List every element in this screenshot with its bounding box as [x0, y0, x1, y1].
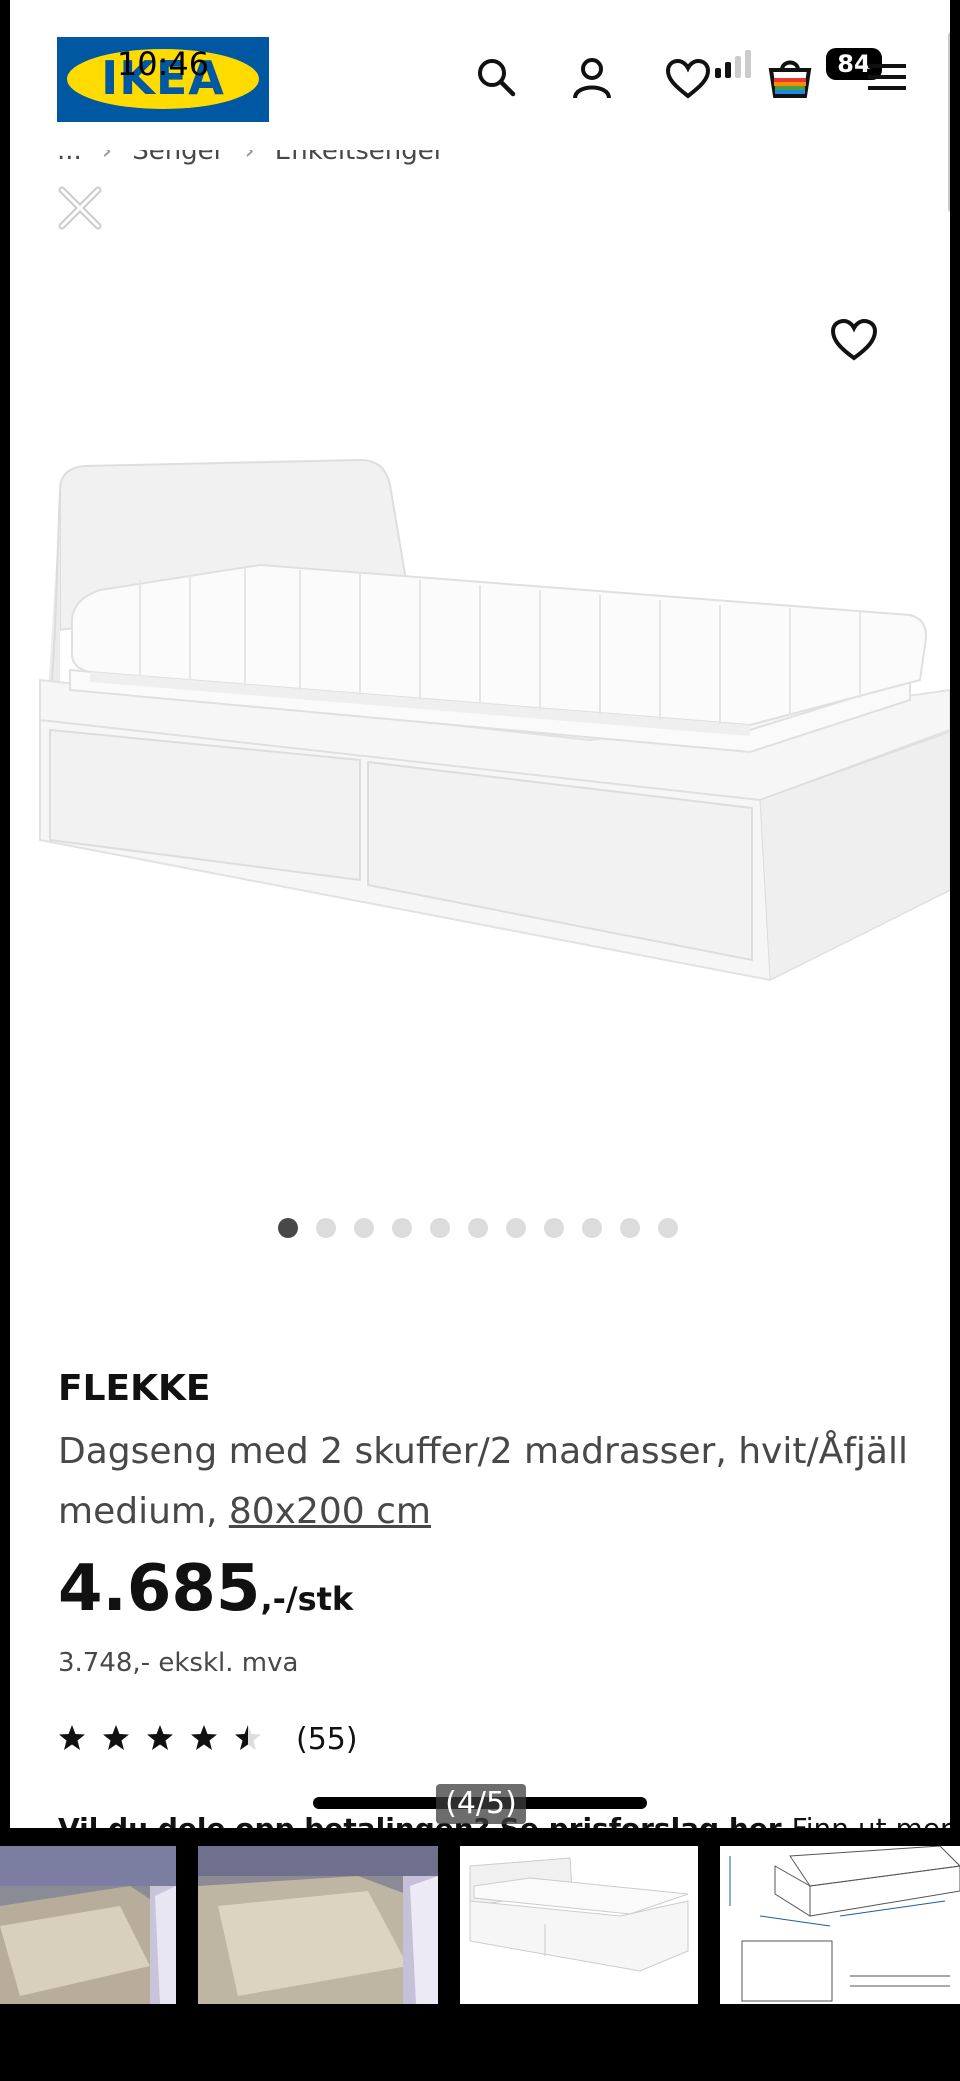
star-icon: [147, 1724, 173, 1750]
price: 4.685,-/stk: [58, 1552, 353, 1626]
gallery-dot[interactable]: [582, 1218, 602, 1238]
product-description: Dagseng med 2 skuffer/2 madrasser, hvit/…: [58, 1422, 918, 1542]
page-counter: (4/5): [436, 1784, 526, 1824]
thumbnail-bedroom-photo-2[interactable]: [198, 1846, 438, 2004]
scrollbar[interactable]: [948, 32, 950, 212]
breadcrumb-item[interactable]: Senger: [132, 150, 224, 166]
gallery-dot[interactable]: [506, 1218, 526, 1238]
rating[interactable]: (55): [58, 1722, 358, 1757]
gallery-dot[interactable]: [620, 1218, 640, 1238]
price-suffix: ,-/stk: [260, 1580, 354, 1618]
price-amount: 4.685: [58, 1552, 261, 1626]
status-time: 10:46: [116, 45, 210, 83]
thumbnail-bedroom-photo-1[interactable]: [0, 1846, 176, 2004]
promo-link[interactable]: Finn ut mer: [792, 1812, 950, 1828]
chevron-right-icon: ›: [244, 150, 255, 166]
gallery-dot[interactable]: [658, 1218, 678, 1238]
gallery-dots: [278, 1218, 678, 1238]
star-icon: [235, 1724, 261, 1750]
gallery-dot[interactable]: [392, 1218, 412, 1238]
star-icon: [59, 1724, 85, 1750]
product-name: FLEKKE: [58, 1368, 211, 1409]
breadcrumb: ... › Senger › Enkeltsenger: [57, 150, 444, 190]
rating-stars: [58, 1723, 274, 1757]
ikea-logo[interactable]: IKEA 10:46: [57, 37, 269, 122]
product-page: IKEA 10:46 84 ... › Senger › Enkeltsenger: [10, 0, 950, 1828]
gallery-dot[interactable]: [468, 1218, 488, 1238]
gallery-dot[interactable]: [316, 1218, 336, 1238]
signal-icon: [715, 50, 751, 78]
gallery-dot[interactable]: [354, 1218, 374, 1238]
gallery-dot[interactable]: [278, 1218, 298, 1238]
chevron-right-icon: ›: [101, 150, 113, 166]
cart-icon[interactable]: [765, 56, 815, 100]
review-count: (55): [296, 1722, 358, 1757]
thumbnail-strip: [0, 1846, 960, 2006]
size-link[interactable]: 80x200 cm: [229, 1491, 431, 1532]
profile-icon[interactable]: [570, 56, 614, 104]
add-to-favourites-icon[interactable]: [830, 318, 878, 366]
product-image[interactable]: [30, 440, 950, 1000]
favourites-icon[interactable]: [665, 58, 711, 104]
thumbnail-product-render[interactable]: [460, 1846, 698, 2004]
close-icon[interactable]: [56, 184, 104, 232]
breadcrumb-item[interactable]: Enkeltsenger: [275, 150, 445, 166]
search-icon[interactable]: [475, 56, 517, 102]
breadcrumb-item[interactable]: ...: [57, 150, 82, 166]
promo-text: Vil du dele opp betalingen? Se prisforsl…: [58, 1812, 782, 1828]
menu-icon[interactable]: [868, 60, 906, 98]
gallery-dot[interactable]: [430, 1218, 450, 1238]
thumbnail-dimension-drawing[interactable]: [720, 1846, 960, 2004]
star-icon: [191, 1724, 217, 1750]
product-description-text: Dagseng med 2 skuffer/2 madrasser, hvit/…: [58, 1431, 908, 1532]
star-icon: [103, 1724, 129, 1750]
price-excl-vat: 3.748,- ekskl. mva: [58, 1648, 299, 1678]
gallery-dot[interactable]: [544, 1218, 564, 1238]
